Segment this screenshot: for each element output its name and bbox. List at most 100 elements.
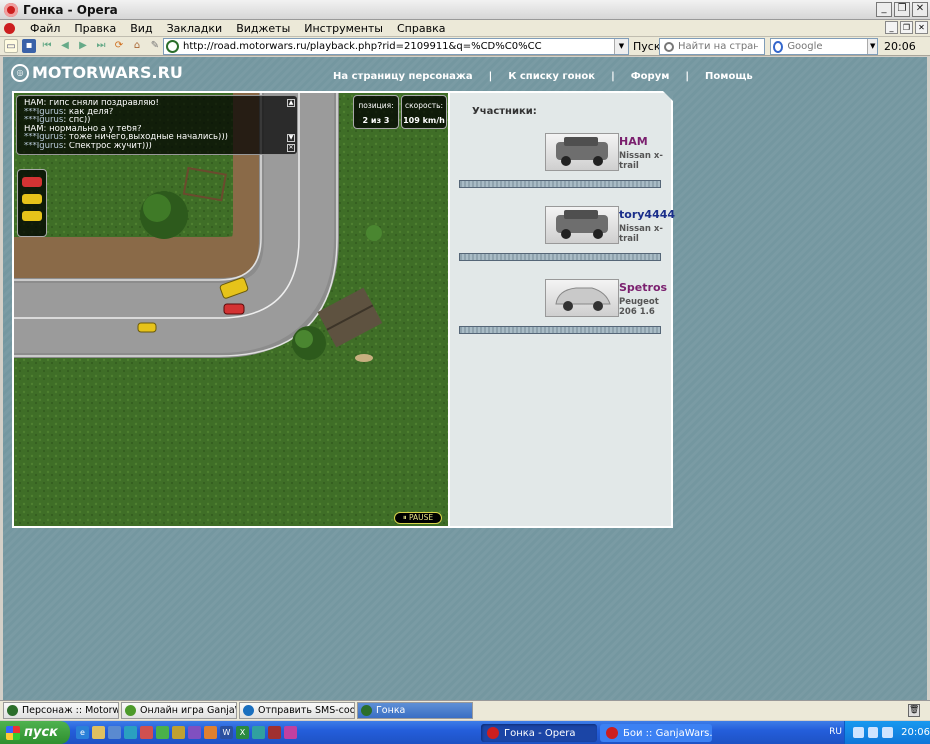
language-indicator[interactable]: RU (829, 727, 842, 737)
excel-icon[interactable]: X (236, 726, 249, 739)
maximize-button[interactable]: ❐ (894, 2, 910, 17)
search-box[interactable]: ▼ (770, 38, 878, 55)
chat-scroll-down-icon[interactable]: ▼ (287, 134, 295, 142)
app-icon[interactable] (284, 726, 297, 739)
chat-line: ***Igurus: тоже ничего,выходные начались… (24, 133, 228, 142)
menu-view[interactable]: Вид (123, 22, 159, 35)
save-icon[interactable]: ▪ (22, 39, 36, 53)
participant-car-model: Nissan x-trail (619, 151, 663, 171)
reload-icon[interactable]: ⟳ (112, 39, 126, 53)
app-icon[interactable] (140, 726, 153, 739)
desktop-icon[interactable] (108, 726, 121, 739)
logo-wheel-icon: ◎ (11, 63, 29, 82)
app-icon[interactable] (252, 726, 265, 739)
fast-forward-icon[interactable]: ⏭ (94, 39, 108, 53)
opera-icon (4, 2, 18, 17)
tab-race[interactable]: Гонка (357, 702, 473, 719)
start-button[interactable]: пуск (0, 721, 70, 744)
progress-bar (459, 180, 661, 188)
minimize-button[interactable]: _ (876, 2, 892, 17)
chat-close-icon[interactable]: ✕ (287, 144, 295, 152)
nav-help[interactable]: Помощь (705, 71, 753, 82)
page-minimize-button[interactable]: _ (885, 21, 898, 34)
search-input[interactable] (787, 41, 868, 52)
task-ganjawars[interactable]: Бои :: GanjaWars.Ru... (600, 724, 712, 742)
menu-file[interactable]: Файл (23, 22, 67, 35)
menu-edit[interactable]: Правка (67, 22, 123, 35)
car-thumbnail[interactable] (545, 133, 619, 171)
opera-task-icon (487, 727, 499, 739)
nav-races-list[interactable]: К списку гонок (508, 71, 595, 82)
tab-ganjawars[interactable]: Онлайн игра GanjaWars... (121, 702, 237, 719)
tab-sms[interactable]: Отправить SMS-сообщ... (239, 702, 355, 719)
opera-menu-icon[interactable] (4, 22, 15, 34)
tab-character[interactable]: Персонаж :: Motorwars.ru (3, 702, 119, 719)
car-thumbnail[interactable] (545, 279, 619, 317)
new-page-icon[interactable]: ▭ (4, 39, 18, 53)
player-car-red (223, 303, 245, 315)
google-icon (773, 40, 784, 53)
chat-line: НАМ: гипс сняли поздравляю! (24, 99, 159, 108)
go-button[interactable]: Пуск (633, 40, 660, 53)
chat-line: НАМ: нормально а у тебя? (24, 124, 142, 134)
app-icon[interactable] (188, 726, 201, 739)
window-title: Гонка - Opera (23, 2, 118, 17)
position-value: 2 из 3 (362, 116, 390, 125)
app-icon[interactable] (172, 726, 185, 739)
car-yellow-icon (22, 211, 42, 221)
racer-car-list (17, 169, 47, 237)
participant-name[interactable]: НАМ (619, 135, 648, 148)
forward-icon[interactable]: ▶ (76, 39, 90, 53)
bush (366, 225, 382, 241)
player-car-yellow (137, 322, 157, 333)
tray-icon[interactable] (867, 727, 879, 738)
task-opera[interactable]: Гонка - Opera (481, 724, 597, 742)
app-icon[interactable] (156, 726, 169, 739)
participants-panel: Участники: НАМ Nissan x-trail tory4444 N… (450, 91, 675, 528)
ie-icon[interactable]: e (76, 726, 89, 739)
menu-bookmarks[interactable]: Закладки (160, 22, 230, 35)
participant-name[interactable]: Spetros (619, 281, 667, 294)
system-tray: 20:06 (844, 721, 930, 744)
race-playback-view[interactable]: НАМ: гипс сняли поздравляю! ***Igurus: к… (12, 91, 450, 528)
menu-help[interactable]: Справка (390, 22, 452, 35)
page-restore-button[interactable]: ❐ (900, 21, 913, 34)
find-input[interactable] (678, 41, 758, 52)
app-icon[interactable] (204, 726, 217, 739)
address-bar[interactable]: http://road.motorwars.ru/playback.php?ri… (163, 38, 629, 55)
close-button[interactable]: ✕ (912, 2, 928, 17)
find-box[interactable] (659, 38, 765, 55)
participants-heading: Участники: (472, 106, 537, 117)
speed-indicator: скорость: 109 km/h (401, 95, 447, 129)
nav-character[interactable]: На страницу персонажа (333, 71, 473, 82)
rewind-icon[interactable]: ⏮ (40, 39, 54, 53)
edit-icon[interactable]: ✎ (148, 39, 162, 53)
chat-scroll-up-icon[interactable]: ▲ (287, 99, 295, 107)
menu-widgets[interactable]: Виджеты (229, 22, 297, 35)
app-icon[interactable] (268, 726, 281, 739)
site-logo[interactable]: ◎ MOTORWARS.RU (11, 63, 183, 82)
windows-taskbar: пуск e W X Гонка - Opera Бои :: GanjaWar… (0, 721, 930, 744)
car-thumbnail[interactable] (545, 206, 619, 244)
word-icon[interactable]: W (220, 726, 233, 739)
search-engine-dropdown-icon[interactable]: ▼ (867, 39, 877, 54)
quick-launch: e W X (76, 726, 300, 739)
page-close-button[interactable]: ✕ (915, 21, 928, 34)
menu-tools[interactable]: Инструменты (297, 22, 390, 35)
tray-icon[interactable] (882, 727, 894, 738)
chat-line: ***Igurus: как деля? (24, 107, 114, 117)
opera-task-icon (606, 727, 618, 739)
home-icon[interactable]: ⌂ (130, 39, 144, 53)
sms-tab-icon (243, 705, 254, 716)
explorer-icon[interactable] (92, 726, 105, 739)
back-icon[interactable]: ◀ (58, 39, 72, 53)
address-dropdown-icon[interactable]: ▼ (614, 39, 628, 54)
trash-icon[interactable]: 🗑 (908, 704, 920, 717)
ganjawars-tab-icon (125, 705, 136, 716)
participant-name[interactable]: tory4444 (619, 208, 675, 221)
app-icon[interactable] (124, 726, 137, 739)
address-url[interactable]: http://road.motorwars.ru/playback.php?ri… (183, 41, 614, 52)
pause-button[interactable]: ⏸ PAUSE (394, 512, 442, 524)
nav-forum[interactable]: Форум (631, 71, 670, 82)
tray-icon[interactable] (853, 727, 864, 738)
